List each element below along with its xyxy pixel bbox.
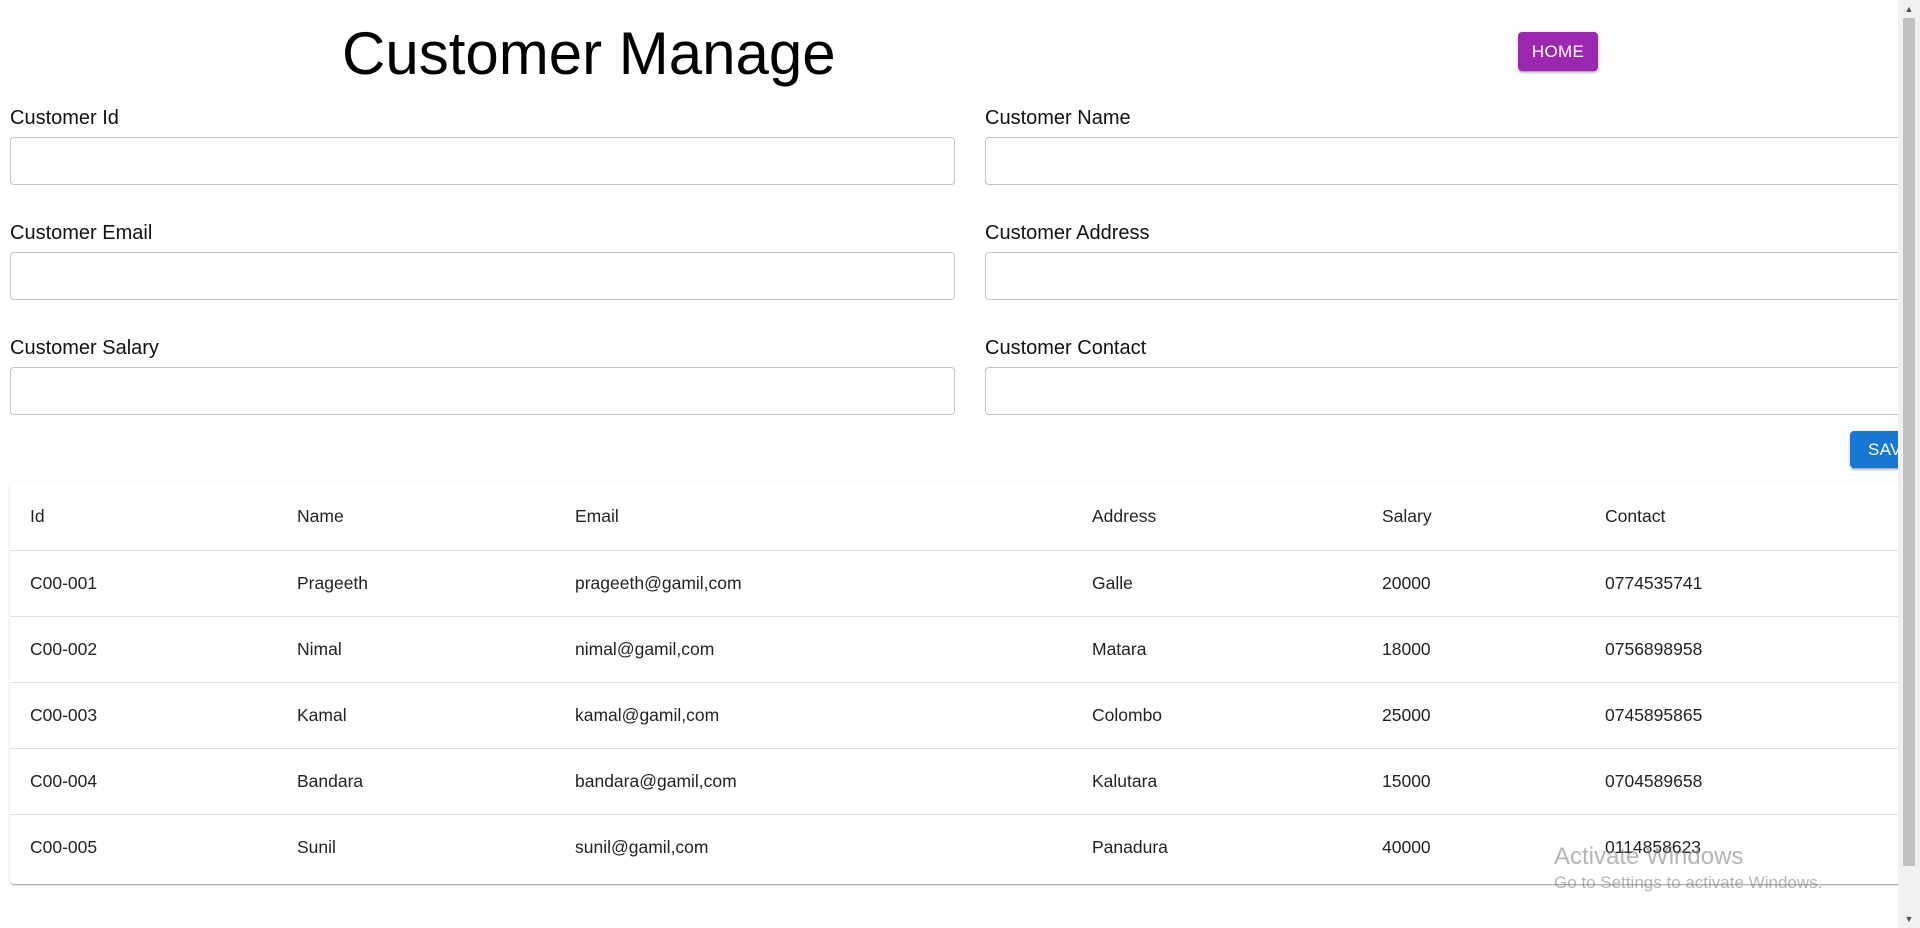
cell-email: sunil@gamil,com	[575, 837, 709, 857]
cell-address: Kalutara	[1072, 748, 1362, 815]
customer-email-input[interactable]	[10, 252, 955, 300]
scrollbar-thumb[interactable]	[1903, 18, 1915, 866]
cell-id: C00-002	[10, 616, 277, 683]
table-row[interactable]: C00-004 Bandara bandara@gamil,com Kaluta…	[10, 748, 1898, 815]
cell-contact: 0756898958	[1585, 616, 1898, 683]
customer-contact-input[interactable]	[985, 367, 1898, 415]
customer-contact-label: Customer Contact	[985, 337, 1147, 359]
customer-salary-label: Customer Salary	[10, 337, 159, 359]
cell-contact: 0774535741	[1585, 550, 1898, 617]
customer-table-card: Id Name Email Address Salary Contact C00…	[10, 482, 1898, 884]
cell-salary: 15000	[1362, 748, 1585, 815]
cell-email: bandara@gamil,com	[555, 748, 1072, 815]
cell-name: Nimal	[277, 616, 555, 683]
scroll-up-icon[interactable]: ▲	[1898, 0, 1920, 18]
column-header-salary: Salary	[1362, 482, 1585, 551]
customer-table: Id Name Email Address Salary Contact C00…	[10, 482, 1898, 880]
save-button[interactable]: SAVE	[1850, 431, 1898, 468]
table-row[interactable]: C00-002 Nimal nimal@gamil,com Matara 180…	[10, 616, 1898, 683]
customer-address-input[interactable]	[985, 252, 1898, 300]
scroll-down-icon[interactable]: ▼	[1898, 910, 1920, 928]
customer-name-label: Customer Name	[985, 107, 1131, 129]
customer-id-input[interactable]	[10, 137, 955, 185]
cell-name: Prageeth	[277, 550, 555, 617]
cell-address: Colombo	[1072, 682, 1362, 749]
cell-address: Galle	[1072, 550, 1362, 617]
column-header-address: Address	[1072, 482, 1362, 551]
cell-address: Panadura	[1092, 837, 1168, 857]
cell-contact: 0704589658	[1585, 748, 1898, 815]
column-header-email: Email	[555, 482, 1072, 551]
cell-salary: 40000	[1382, 837, 1431, 857]
customer-manage-page: Customer Manage HOME Customer Id Custome…	[0, 0, 1920, 928]
cell-name: Bandara	[277, 748, 555, 815]
cell-email: nimal@gamil,com	[555, 616, 1072, 683]
cell-salary: 25000	[1362, 682, 1585, 749]
cell-name: Sunil	[297, 837, 336, 857]
home-button[interactable]: HOME	[1518, 32, 1598, 71]
customer-address-label: Customer Address	[985, 222, 1150, 244]
column-header-id: Id	[10, 482, 277, 551]
cell-email: kamal@gamil,com	[555, 682, 1072, 749]
table-row[interactable]: C00-003 Kamal kamal@gamil,com Colombo 25…	[10, 682, 1898, 749]
cell-id: C00-001	[10, 550, 277, 617]
vertical-scrollbar[interactable]: ▲ ▼	[1898, 0, 1920, 928]
cell-id: C00-004	[10, 748, 277, 815]
customer-email-label: Customer Email	[10, 222, 153, 244]
cell-id: C00-005	[30, 837, 98, 857]
cell-id: C00-003	[10, 682, 277, 749]
cell-name: Kamal	[277, 682, 555, 749]
customer-name-input[interactable]	[985, 137, 1898, 185]
table-header-row: Id Name Email Address Salary Contact	[10, 482, 1898, 551]
table-body: C00-001 Prageeth prageeth@gamil,com Gall…	[10, 550, 1898, 881]
cell-contact: 0114858623	[1605, 837, 1702, 857]
customer-salary-input[interactable]	[10, 367, 955, 415]
page-title: Customer Manage	[342, 20, 836, 87]
cell-salary: 20000	[1362, 550, 1585, 617]
table-row[interactable]: C00-005 Sunil sunil@gamil,com Panadura 4…	[10, 815, 1898, 881]
page-viewport: Customer Manage HOME Customer Id Custome…	[0, 0, 1898, 928]
column-header-contact: Contact	[1585, 482, 1898, 551]
cell-contact: 0745895865	[1585, 682, 1898, 749]
cell-address: Matara	[1072, 616, 1362, 683]
cell-salary: 18000	[1362, 616, 1585, 683]
cell-email: prageeth@gamil,com	[555, 550, 1072, 617]
column-header-name: Name	[277, 482, 555, 551]
customer-id-label: Customer Id	[10, 107, 119, 129]
table-header: Id Name Email Address Salary Contact	[10, 482, 1898, 551]
table-row[interactable]: C00-001 Prageeth prageeth@gamil,com Gall…	[10, 550, 1898, 617]
